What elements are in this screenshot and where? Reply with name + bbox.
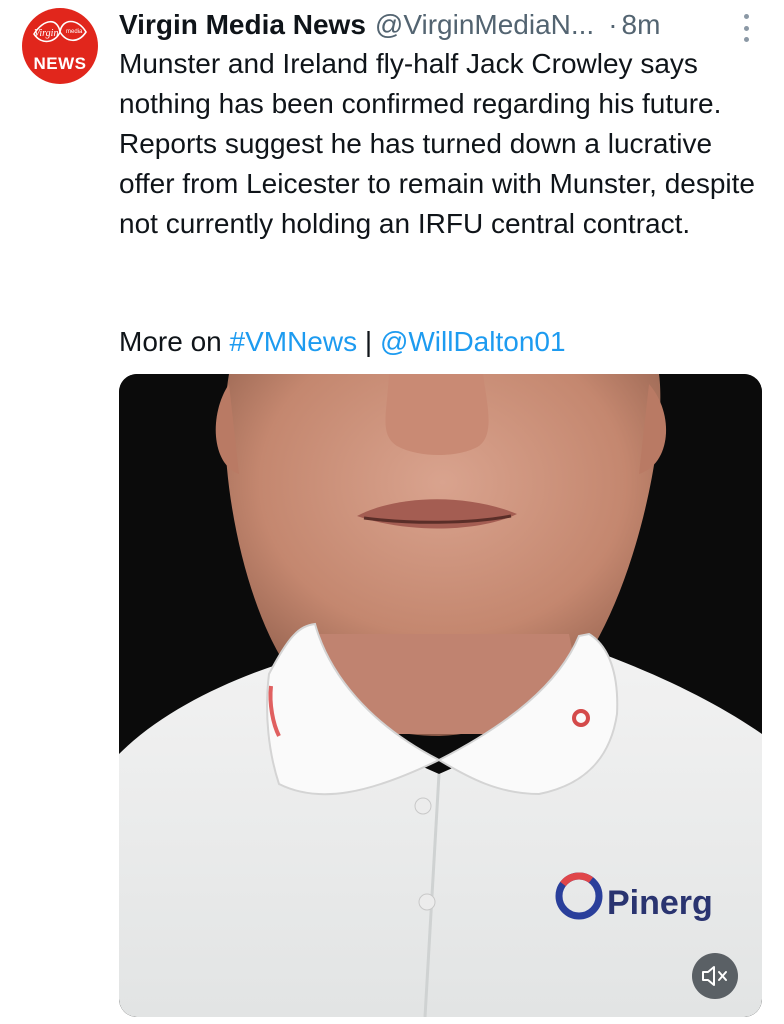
dot	[743, 14, 749, 19]
tweet-footer-line: More on #VMNews | @WillDalton01	[119, 322, 759, 362]
tweet-text: Munster and Ireland fly-half Jack Crowle…	[119, 48, 755, 239]
logo-subtext: media	[66, 29, 83, 35]
author-handle[interactable]: @VirginMediaN...	[375, 9, 594, 41]
pipe-separator: |	[364, 326, 373, 357]
author-name[interactable]: Virgin Media News	[119, 9, 366, 41]
more-options-icon[interactable]	[736, 14, 756, 42]
mention-link[interactable]: @WillDalton01	[380, 326, 566, 357]
separator-dot: ·	[608, 9, 618, 40]
mute-button[interactable]	[692, 953, 738, 999]
news-badge: NEWS	[33, 54, 87, 73]
author-avatar[interactable]: Virgin media NEWS	[22, 8, 98, 84]
shirt-sponsor-text: Pinerg	[607, 884, 713, 922]
dot	[743, 37, 749, 42]
speaker-muted-icon	[702, 966, 727, 986]
tweet-header: Virgin Media News @VirginMediaN... · 8m	[119, 4, 769, 46]
more-on-label: More on	[119, 326, 222, 357]
video-frame: Pinerg	[119, 374, 762, 1017]
hashtag-link[interactable]: #VMNews	[230, 326, 358, 357]
dot	[743, 25, 749, 31]
timestamp[interactable]: 8m	[622, 9, 661, 41]
logo-text: Virgin	[34, 28, 58, 39]
video-media[interactable]: Pinerg	[119, 374, 762, 1017]
